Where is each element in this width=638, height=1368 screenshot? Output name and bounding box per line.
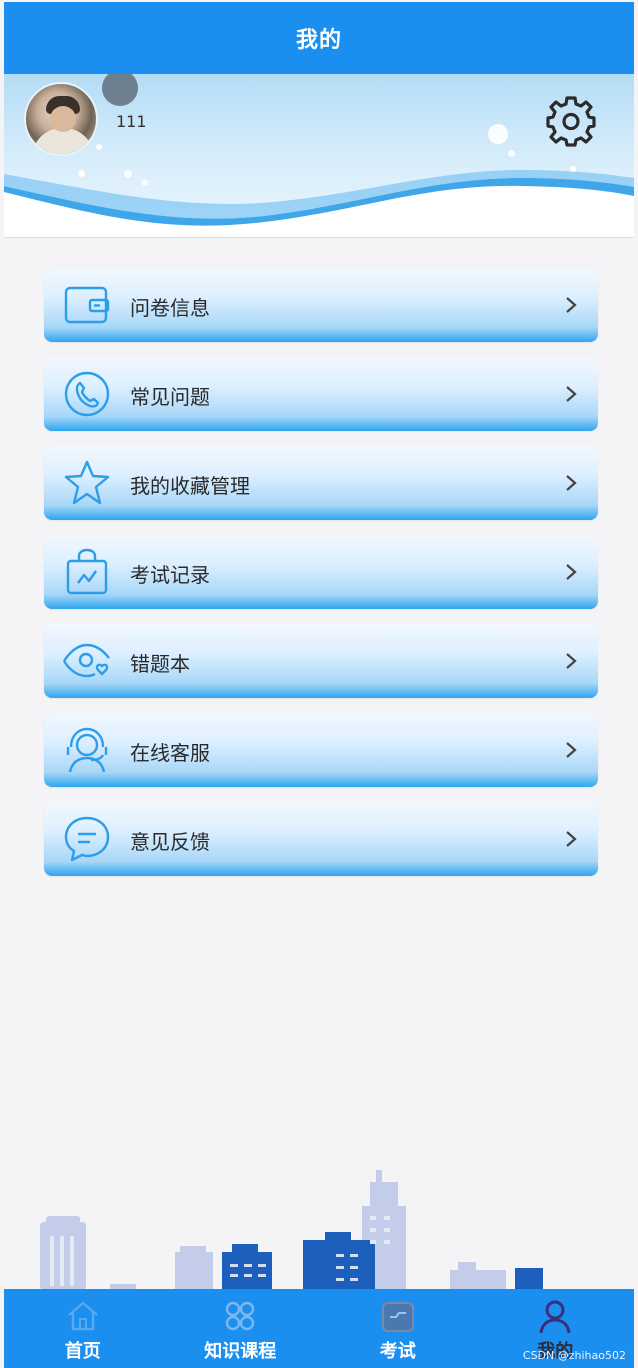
menu-item-label: 我的收藏管理 <box>130 474 250 498</box>
chevron-right-icon <box>566 742 577 758</box>
user-icon <box>539 1300 571 1334</box>
menu-item-label: 意见反馈 <box>130 830 210 854</box>
decor-bubble <box>508 150 515 157</box>
city-skyline-illustration <box>40 1170 543 1290</box>
wave-background <box>4 169 634 237</box>
tab-label: 考试 <box>379 1341 416 1362</box>
tab-label: 知识课程 <box>204 1341 277 1362</box>
chevron-right-icon <box>566 831 577 847</box>
star-icon <box>64 460 110 505</box>
avatar[interactable] <box>24 82 98 156</box>
home-icon <box>67 1301 98 1331</box>
page-title: 我的 <box>295 28 342 53</box>
wallet-icon <box>64 286 110 324</box>
tab-courses[interactable]: 知识课程 <box>162 1289 320 1368</box>
chevron-right-icon <box>566 386 577 402</box>
menu-item-favorites[interactable]: 我的收藏管理 <box>44 446 598 520</box>
menu-item-label: 在线客服 <box>130 741 210 765</box>
phone-icon <box>64 371 110 417</box>
profile-header: 111 <box>4 74 634 238</box>
menu-item-survey[interactable]: 问卷信息 <box>44 268 598 342</box>
menu-item-label: 常见问题 <box>130 385 210 409</box>
menu-item-exam-records[interactable]: 考试记录 <box>44 535 598 609</box>
tab-label: 首页 <box>64 1341 101 1362</box>
headset-icon <box>66 727 108 773</box>
chat-bubble-icon <box>64 816 110 862</box>
bag-chart-icon <box>66 548 108 595</box>
title-bar: 我的 <box>4 2 634 74</box>
decor-bubble <box>124 170 132 178</box>
menu-item-wrong-answers[interactable]: 错题本 <box>44 624 598 698</box>
tab-home[interactable]: 首页 <box>4 1289 162 1368</box>
decor-bubble <box>142 180 148 186</box>
menu-list: 问卷信息 常见问题 我的收藏管理 考试记录 错题本 在线客服 意见反馈 <box>44 268 598 891</box>
bottom-tab-bar: 首页 知识课程 考试 我的 CSDN @zhihao502 <box>4 1289 634 1368</box>
menu-item-faq[interactable]: 常见问题 <box>44 357 598 431</box>
tab-exam[interactable]: 考试 <box>319 1289 477 1368</box>
chevron-right-icon <box>566 653 577 669</box>
eye-heart-icon <box>62 643 110 678</box>
app-screen: 我的 111 问卷信息 常见问题 我的收藏管理 考试记录 错题本 在线客服 意见… <box>0 0 638 1368</box>
menu-item-label: 问卷信息 <box>130 296 210 320</box>
watermark: CSDN @zhihao502 <box>522 1349 626 1362</box>
decor-bubble <box>96 144 102 150</box>
decor-bubble <box>488 124 508 144</box>
username: 111 <box>116 112 147 131</box>
grid-clover-icon <box>226 1301 255 1331</box>
gear-icon[interactable] <box>544 94 598 148</box>
decor-bubble <box>78 170 85 177</box>
menu-item-label: 考试记录 <box>130 563 210 587</box>
chevron-right-icon <box>566 475 577 491</box>
chevron-right-icon <box>566 564 577 580</box>
exam-icon <box>381 1302 414 1332</box>
decor-bubble <box>570 166 576 172</box>
menu-item-online-service[interactable]: 在线客服 <box>44 713 598 787</box>
menu-item-label: 错题本 <box>130 652 190 676</box>
menu-item-feedback[interactable]: 意见反馈 <box>44 802 598 876</box>
chevron-right-icon <box>566 297 577 313</box>
